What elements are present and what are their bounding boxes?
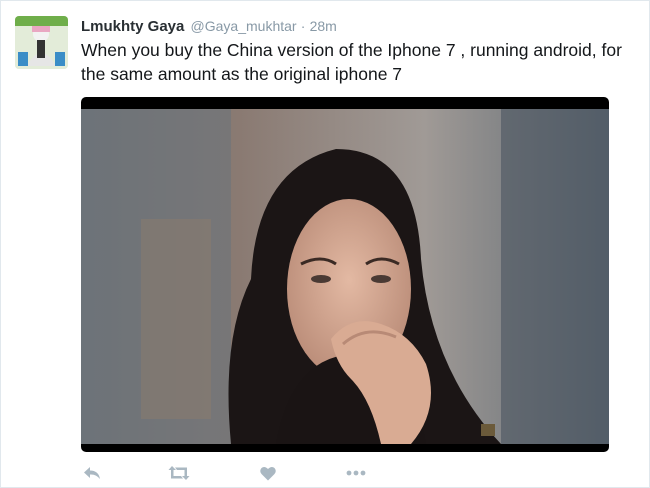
reply-icon (84, 467, 100, 479)
tweet-card[interactable]: Lmukhty Gaya @Gaya_mukhtar · 28m When yo… (0, 0, 650, 488)
author-handle[interactable]: @Gaya_mukhtar (191, 18, 297, 34)
author-name[interactable]: Lmukhty Gaya (81, 18, 184, 35)
tweet-header: Lmukhty Gaya @Gaya_mukhtar · 28m (81, 16, 337, 37)
separator-dot: · (300, 18, 306, 34)
retweet-button[interactable] (168, 463, 190, 483)
tweet-text: When you buy the China version of the Ip… (81, 40, 622, 84)
retweet-icon (168, 466, 190, 480)
more-button[interactable] (345, 463, 367, 483)
reply-button[interactable] (81, 463, 103, 483)
more-icon (346, 470, 366, 476)
tweet-media[interactable] (81, 97, 609, 452)
avatar-image (15, 16, 68, 69)
avatar[interactable] (15, 16, 68, 69)
media-photo (81, 109, 609, 444)
tweet-actions (81, 463, 381, 483)
heart-icon (260, 466, 276, 480)
like-button[interactable] (257, 463, 279, 483)
tweet-timestamp[interactable]: 28m (310, 18, 337, 34)
